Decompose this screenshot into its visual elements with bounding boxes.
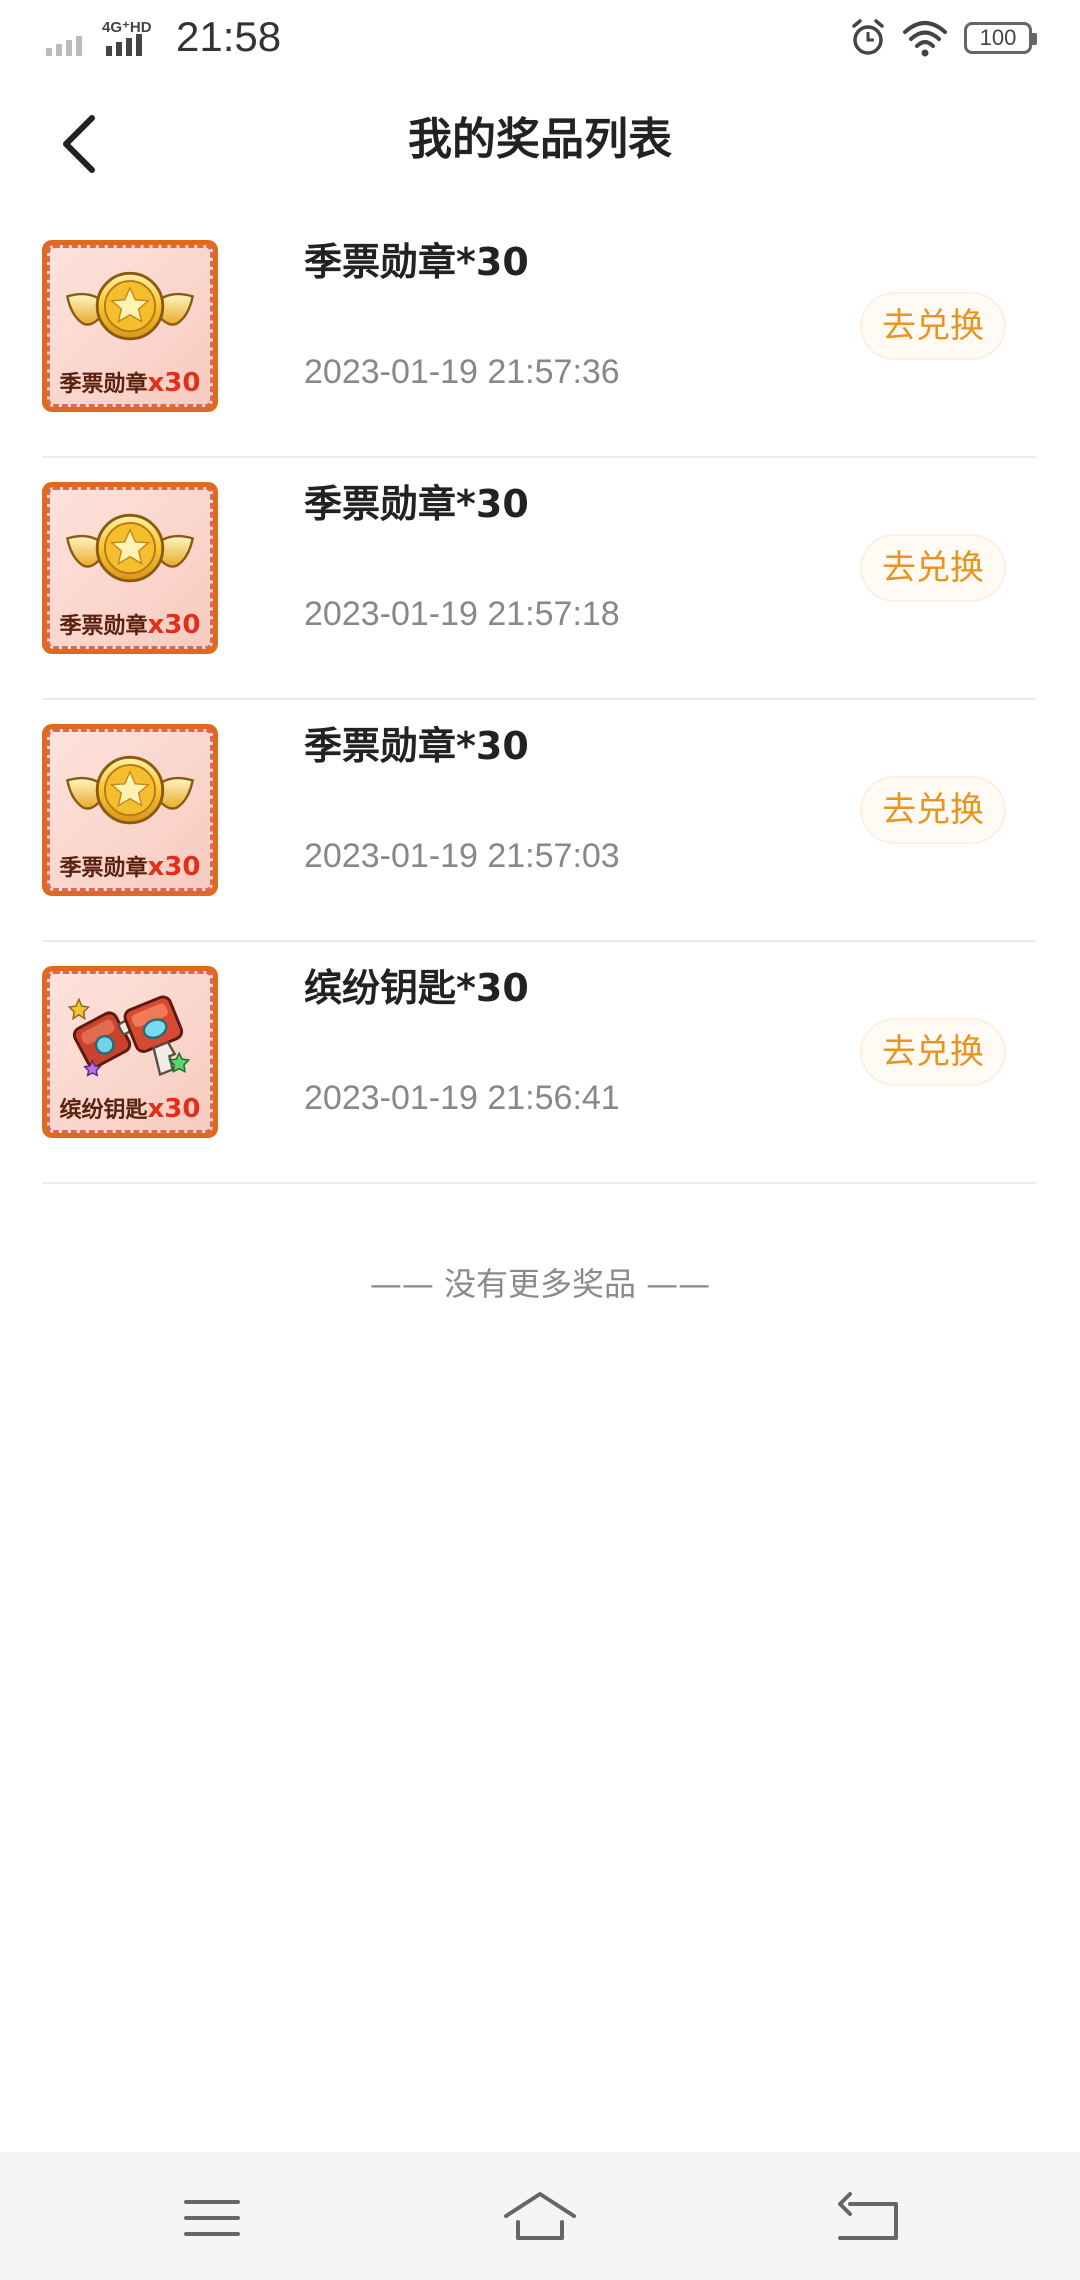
prize-name: 季票勋章*30 [304,724,529,768]
back-nav-icon[interactable] [828,2182,908,2252]
prize-thumbnail: 季票勋章x30 [42,482,218,654]
prize-timestamp: 2023-01-19 21:57:36 [304,353,620,391]
prize-name: 季票勋章*30 [304,240,529,284]
prize-timestamp: 2023-01-19 21:57:18 [304,595,620,633]
thumb-quantity: x30 [147,368,201,398]
app-header: 我的奖品列表 [0,84,1080,196]
thumb-quantity: x30 [147,852,201,882]
prize-thumbnail: 季票勋章x30 [42,724,218,896]
network-label: 4G⁺HD [102,19,152,36]
redeem-button[interactable]: 去兑换 [862,294,1004,358]
thumb-quantity: x30 [147,610,201,640]
wifi-icon [903,21,947,57]
winged-medal-icon [65,271,195,341]
prize-timestamp: 2023-01-19 21:57:03 [304,837,620,875]
prize-name: 季票勋章*30 [304,482,529,526]
battery-icon: 100 [964,22,1037,54]
redeem-button[interactable]: 去兑换 [862,1020,1004,1084]
home-icon[interactable] [500,2182,580,2252]
thumb-label-text: 缤纷钥匙 [59,1098,148,1123]
prize-list-item: 季票勋章x30 季票勋章*30 2023-01-19 21:57:18 去兑换 [42,458,1036,700]
thumb-label: 缤纷钥匙x30 [50,1092,210,1128]
prize-thumbnail: 缤纷钥匙x30 [42,966,218,1138]
status-bar: 4G⁺HD 21:58 100 [0,0,1080,76]
thumb-label-text: 季票勋章 [59,614,148,639]
thumb-label: 季票勋章x30 [50,366,210,402]
alarm-icon [852,19,884,55]
page-title: 我的奖品列表 [408,114,672,165]
prize-list-item: 季票勋章x30 季票勋章*30 2023-01-19 21:57:36 去兑换 [42,216,1036,458]
winged-medal-icon [65,513,195,583]
battery-level: 100 [979,25,1017,50]
prize-list-item: 季票勋章x30 季票勋章*30 2023-01-19 21:57:03 去兑换 [42,700,1036,942]
thumb-label-text: 季票勋章 [59,372,148,397]
redeem-button[interactable]: 去兑换 [862,536,1004,600]
thumb-quantity: x30 [147,1094,201,1124]
status-icons: 100 [850,14,1037,62]
thumb-label-text: 季票勋章 [59,856,148,881]
system-nav-bar [0,2152,1080,2280]
winged-medal-icon [65,755,195,825]
signal-icon: 4G⁺HD [46,19,152,56]
prize-list: 季票勋章x30 季票勋章*30 2023-01-19 21:57:36 去兑换 … [0,216,1080,1184]
prize-thumbnail: 季票勋章x30 [42,240,218,412]
no-more-items-note: —— 没有更多奖品 —— [369,1265,711,1303]
redeem-button[interactable]: 去兑换 [862,778,1004,842]
thumb-label: 季票勋章x30 [50,608,210,644]
menu-icon[interactable] [172,2182,252,2252]
colorful-key-icon [67,995,191,1077]
thumb-label: 季票勋章x30 [50,850,210,886]
prize-list-item: 缤纷钥匙x30 缤纷钥匙*30 2023-01-19 21:56:41 去兑换 [42,942,1036,1184]
prize-timestamp: 2023-01-19 21:56:41 [304,1079,620,1117]
clock: 21:58 [176,13,282,60]
prize-name: 缤纷钥匙*30 [304,966,529,1010]
